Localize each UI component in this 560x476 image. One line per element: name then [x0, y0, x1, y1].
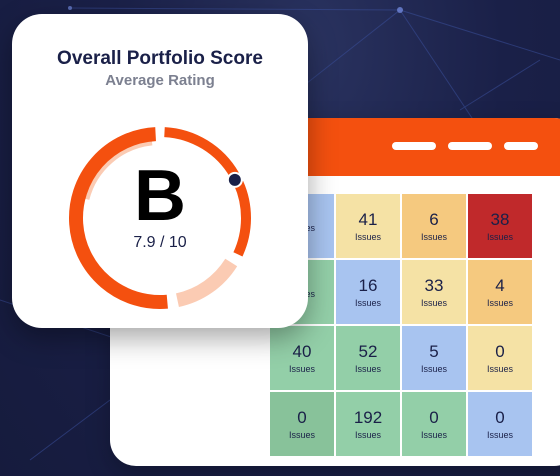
heatmap-cell[interactable]: 0 Issues — [468, 326, 532, 390]
cell-issues-label: Issues — [486, 429, 513, 440]
score-value: 7.9 / 10 — [133, 234, 187, 251]
cell-issues-label: Issues — [420, 363, 447, 374]
heatmap-cell[interactable]: 0 Issues — [402, 392, 466, 456]
cell-issue-count: 4 — [495, 275, 505, 295]
cell-issues-label: Issues — [288, 429, 315, 440]
heatmap-cell[interactable]: 5 Issues — [402, 326, 466, 390]
cell-issue-count: 192 — [353, 407, 383, 427]
portfolio-score-card: Overall Portfolio Score Average Rating B… — [12, 14, 308, 328]
title-bar-dash — [504, 142, 538, 150]
title-bar-dash — [392, 142, 436, 150]
cell-issue-count: 52 — [358, 341, 378, 361]
heatmap-cell[interactable]: 6 Issues — [402, 194, 466, 258]
cell-issues-label: Issues — [420, 429, 447, 440]
heatmap-cell[interactable]: 0 Issues — [270, 392, 334, 456]
heatmap-cell[interactable]: 38 Issues — [468, 194, 532, 258]
gauge-remaining-track — [175, 258, 238, 308]
heatmap-cell[interactable]: 4 Issues — [468, 260, 532, 324]
heatmap-cell[interactable]: 192 Issues — [336, 392, 400, 456]
cell-issues-label: Issues — [486, 363, 513, 374]
cell-issue-count: 6 — [429, 209, 439, 229]
cell-issue-count: 16 — [358, 275, 378, 295]
cell-issues-label: Issues — [354, 231, 381, 242]
cell-issues-label: Issues — [420, 297, 447, 308]
cell-issues-label: Issues — [486, 297, 513, 308]
cell-issues-label: Issues — [354, 429, 381, 440]
cell-issues-label: Issues — [354, 363, 381, 374]
cell-issue-count: 33 — [424, 275, 444, 295]
cell-issue-count: 0 — [495, 407, 505, 427]
heatmap-cell[interactable]: 40 Issues — [270, 326, 334, 390]
cell-issue-count: 40 — [292, 341, 312, 361]
heatmap-cell[interactable]: 16 Issues — [336, 260, 400, 324]
cell-issues-label: Issues — [288, 363, 315, 374]
grade-letter: B — [134, 156, 186, 236]
cell-issue-count: 41 — [358, 209, 378, 229]
heatmap-cell[interactable]: 41 Issues — [336, 194, 400, 258]
cell-issue-count: 0 — [429, 407, 439, 427]
cell-issues-label: Issues — [354, 297, 381, 308]
cell-issue-count: 38 — [490, 209, 510, 229]
cell-issues-label: Issues — [486, 231, 513, 242]
card-subtitle: Average Rating — [105, 72, 215, 89]
heatmap-cell[interactable]: 0 Issues — [468, 392, 532, 456]
heatmap-cell[interactable]: 33 Issues — [402, 260, 466, 324]
cell-issue-count: 5 — [429, 341, 439, 361]
card-title: Overall Portfolio Score — [57, 48, 263, 69]
cell-issue-count: 0 — [495, 341, 505, 361]
cell-issues-label: Issues — [420, 231, 447, 242]
cell-issue-count: 0 — [297, 407, 307, 427]
title-bar-dash — [448, 142, 492, 150]
heatmap-cell[interactable]: 52 Issues — [336, 326, 400, 390]
issues-heatmap: Issues 41 Issues 6 Issues 38 Issues Issues 16 Iss… — [270, 194, 532, 456]
